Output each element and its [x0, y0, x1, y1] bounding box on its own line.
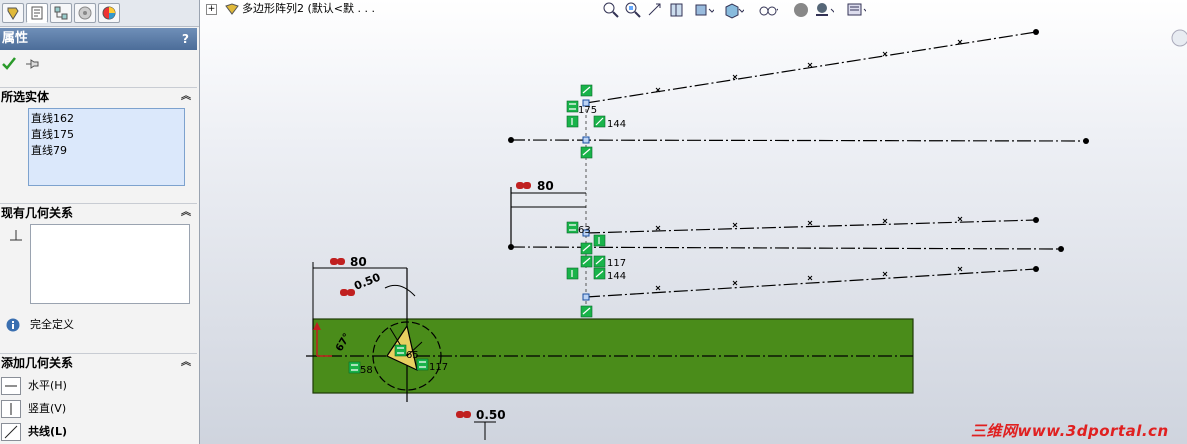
link-dimension-icon	[330, 258, 338, 265]
graphics-area[interactable]: + 多边形阵列2 (默认<默 . . . 175 144 63 117 144 …	[200, 0, 1187, 444]
vertical-icon	[1, 400, 21, 418]
dimension-80-upper: 80	[511, 179, 586, 194]
collapse-icon[interactable]: ︽	[181, 204, 191, 222]
sketch-line	[510, 246, 1062, 250]
configuration-manager-icon	[54, 6, 68, 20]
relation-badge	[348, 361, 361, 374]
list-item[interactable]: 直线175	[31, 127, 182, 143]
sketch-endpoint	[1033, 29, 1039, 35]
sketch-endpoint	[508, 244, 514, 250]
collinear-icon	[1, 423, 21, 441]
dimension-value: 80	[537, 179, 554, 193]
watermark-text: 三维网www.3dportal.cn	[971, 422, 1169, 440]
selected-entities-list[interactable]: 直线162 直线175 直线79	[28, 108, 185, 186]
collapse-icon[interactable]: ︽	[181, 354, 191, 372]
status-row: 完全定义	[4, 315, 194, 335]
relation-label: 175	[578, 105, 597, 116]
sketch-endpoint	[1083, 138, 1089, 144]
sketch-point-markers	[655, 39, 963, 291]
status-text: 完全定义	[30, 318, 74, 331]
dimension-050-lower: 0.50	[456, 408, 506, 440]
sketch-canvas[interactable]: 175 144 63 117 144 80 80 0.50 67° 65 117…	[200, 0, 1187, 444]
view-cube-handle-icon	[1171, 29, 1187, 47]
list-item[interactable]: 直线79	[31, 143, 182, 159]
relation-label: 144	[607, 271, 626, 282]
relation-label: 117	[607, 258, 626, 269]
info-icon	[6, 318, 20, 332]
dimension-value: 0.50	[476, 408, 506, 422]
selected-entities-header[interactable]: 所选实体 ︽	[0, 87, 197, 106]
relation-label: 117	[429, 362, 448, 373]
display-manager-tab[interactable]	[98, 3, 120, 23]
relation-label: 65	[406, 350, 419, 361]
selection-handle	[582, 293, 590, 301]
relation-badge	[394, 344, 407, 357]
property-manager-tab[interactable]	[26, 3, 48, 23]
dimension-value: 80	[350, 255, 367, 269]
dimxpert-icon	[78, 6, 92, 20]
sketch-endpoint	[1033, 217, 1039, 223]
add-relations-header[interactable]: 添加几何关系 ︽	[0, 353, 197, 372]
help-button[interactable]: ?	[182, 28, 189, 50]
relation-badge	[566, 221, 579, 234]
feature-manager-icon	[7, 7, 19, 20]
property-manager-panel: 属性 ? 所选实体 ︽ 直线162 直线175 直线79 现有几何关系 ︽ 完全…	[0, 0, 200, 444]
existing-relations-header[interactable]: 现有几何关系 ︽	[0, 203, 197, 222]
sketch-line	[510, 139, 1087, 142]
link-dimension-icon	[516, 182, 524, 189]
pushpin-icon[interactable]	[24, 57, 40, 71]
list-item[interactable]: 直线162	[31, 111, 182, 127]
relation-label: 144	[607, 119, 626, 130]
dimension-value: 0.50	[352, 270, 382, 292]
sketch-endpoint	[1058, 246, 1064, 252]
manager-tabs	[0, 0, 199, 27]
checkmark-icon[interactable]	[2, 57, 16, 71]
add-vertical-relation-button[interactable]: 竖直(V)	[0, 398, 197, 420]
add-horizontal-relation-button[interactable]: 水平(H)	[0, 375, 197, 397]
property-manager-icon	[31, 6, 43, 20]
ok-row	[0, 55, 197, 75]
feature-manager-tab[interactable]	[2, 3, 24, 23]
horizontal-icon	[1, 377, 21, 395]
sketch-endpoint	[1033, 266, 1039, 272]
configuration-manager-tab[interactable]	[50, 3, 72, 23]
link-dimension-icon	[340, 289, 348, 296]
existing-relations-list[interactable]	[30, 224, 190, 304]
display-manager-icon	[102, 6, 116, 20]
relation-label: 58	[360, 365, 373, 376]
dimxpert-tab[interactable]	[74, 3, 96, 23]
link-dimension-icon	[456, 411, 464, 418]
property-manager-title-bar: 属性 ?	[0, 28, 197, 50]
perpendicular-relation-icon	[10, 230, 22, 241]
dimension-diameter: 0.50	[340, 270, 416, 297]
sketch-endpoint	[508, 137, 514, 143]
relation-label: 63	[578, 225, 591, 236]
sketch-line	[585, 31, 1037, 104]
selection-handle	[582, 136, 590, 144]
relation-badge	[566, 100, 579, 113]
add-collinear-relation-button[interactable]: 共线(L)	[0, 421, 197, 443]
property-manager-title: 属性	[2, 31, 29, 46]
sketch-line	[585, 268, 1037, 298]
collapse-icon[interactable]: ︽	[181, 88, 191, 106]
